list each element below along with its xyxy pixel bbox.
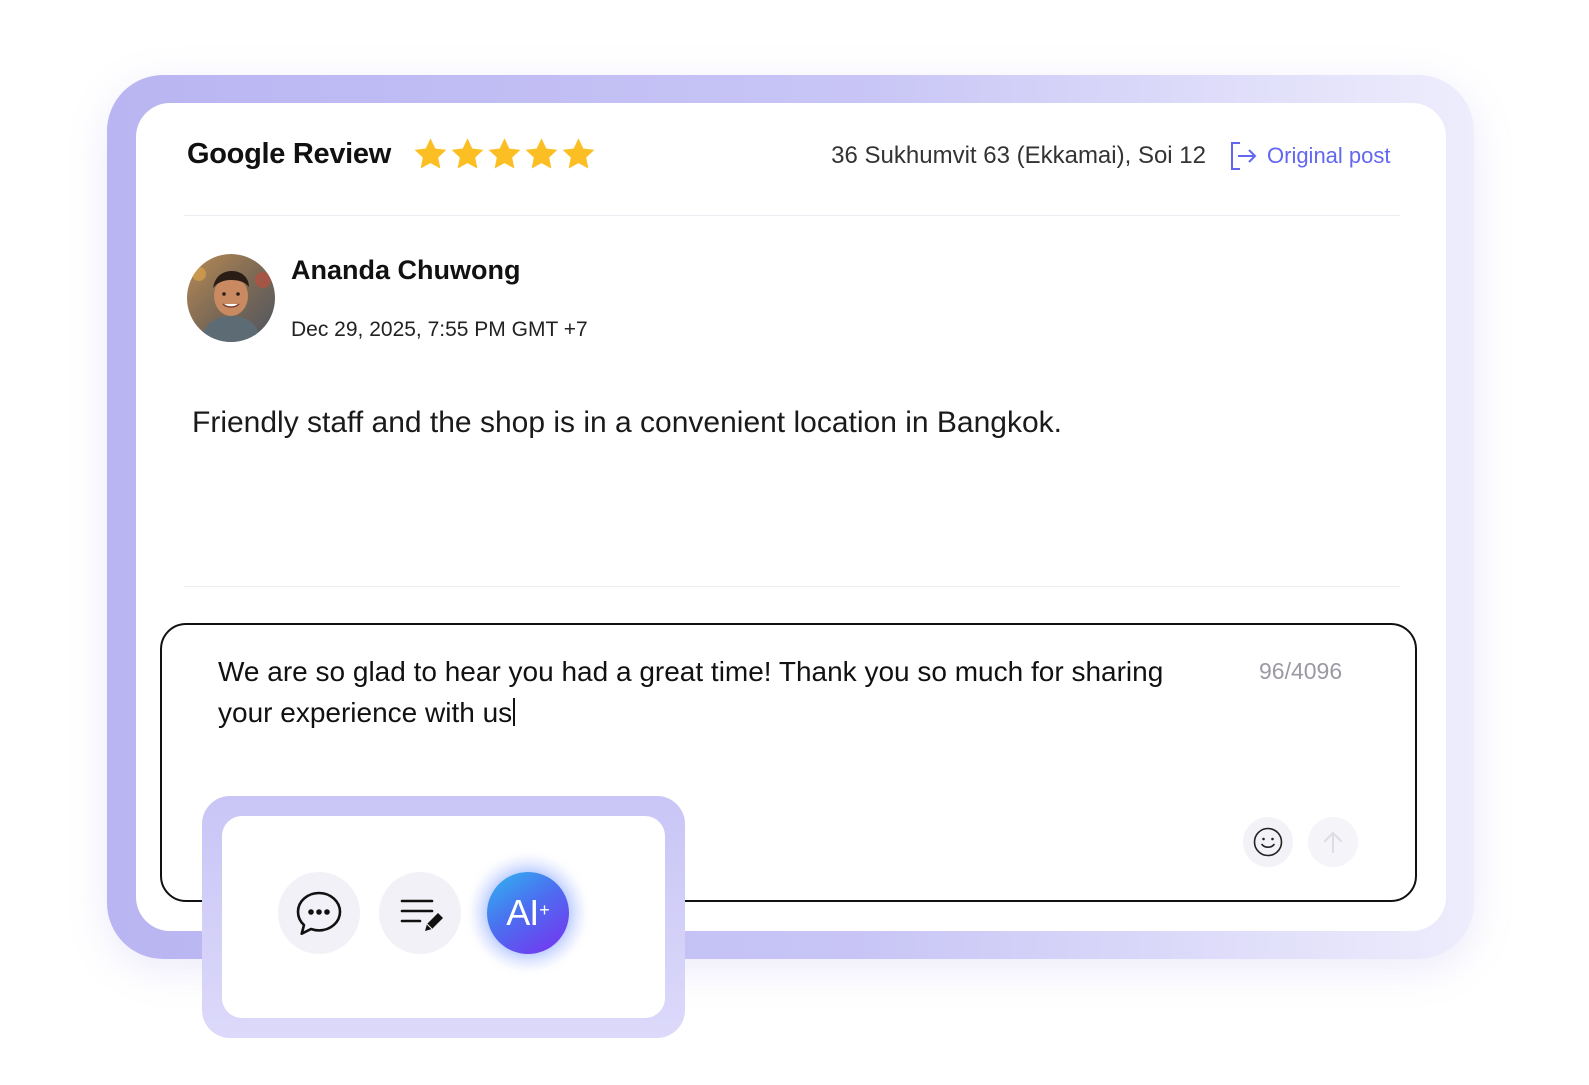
emoji-button[interactable] [1243,817,1293,867]
ai-plus-icon: + [539,899,550,920]
emoji-icon [1253,827,1283,857]
content-divider [184,586,1400,587]
avatar [187,254,275,342]
reply-text-value[interactable]: We are so glad to hear you had a great t… [218,656,1163,728]
star-icon [451,138,484,169]
text-cursor [513,698,515,726]
edit-button[interactable] [379,872,461,954]
original-post-label[interactable]: Original post [1267,143,1391,169]
original-post-link[interactable]: Original post [1229,141,1391,171]
review-date: Dec 29, 2025, 7:55 PM GMT +7 [291,318,588,341]
edit-lines-icon [400,899,443,931]
ai-assist-button[interactable]: AI + [487,872,569,954]
rating-stars [412,134,597,174]
character-counter: 96/4096 [1259,658,1343,684]
send-button[interactable] [1308,817,1358,867]
chat-bubble-icon [296,891,342,935]
send-arrow-icon [1324,832,1342,853]
review-source-title: Google Review [187,138,391,170]
reply-text[interactable]: We are so glad to hear you had a great t… [218,651,1218,733]
header-divider [184,215,1400,216]
external-link-icon [1231,142,1257,170]
star-icon [414,138,447,169]
star-icon [488,138,521,169]
review-text: Friendly staff and the shop is in a conv… [192,406,1062,439]
author-name: Ananda Chuwong [291,255,521,285]
star-icon [525,138,558,169]
star-icon [562,138,595,169]
chat-button[interactable] [278,872,360,954]
location-address: 36 Sukhumvit 63 (Ekkamai), Soi 12 [831,142,1206,169]
ai-label: AI [506,892,539,933]
